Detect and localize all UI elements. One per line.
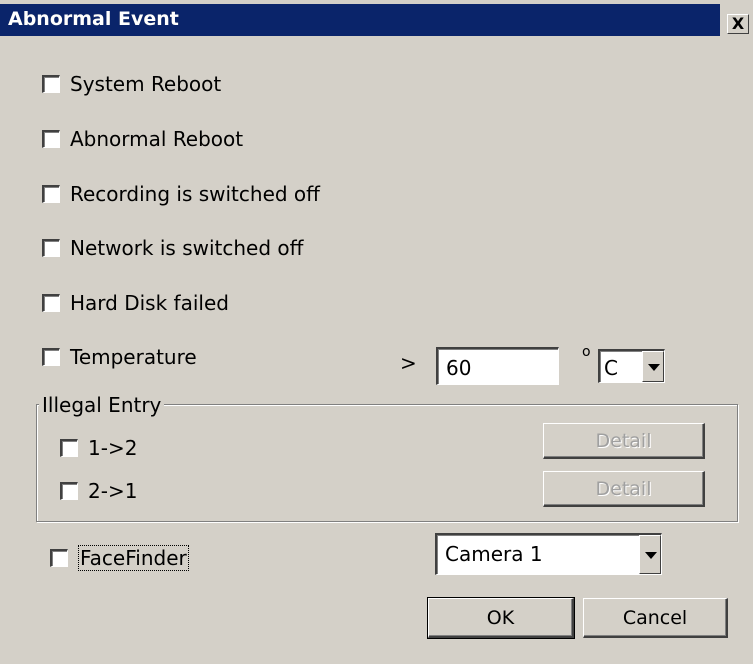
network-off-label: Network is switched off [70, 236, 304, 260]
temperature-checkbox[interactable] [42, 348, 60, 366]
facefinder-checkbox[interactable] [50, 549, 68, 567]
system-reboot-checkbox[interactable] [42, 75, 60, 93]
temperature-unit-value: C [604, 356, 618, 380]
abnormal-reboot-label: Abnormal Reboot [70, 127, 244, 151]
camera-value: Camera 1 [445, 542, 543, 566]
ok-button[interactable]: OK [427, 597, 575, 639]
close-icon: X [731, 14, 745, 33]
abnormal-reboot-checkbox[interactable] [42, 130, 60, 148]
hard-disk-failed-checkbox[interactable] [42, 294, 60, 312]
entry-2-1-detail-button[interactable]: Detail [543, 471, 705, 507]
close-button[interactable]: X [727, 14, 749, 34]
entry-2-1-label: 2->1 [88, 479, 138, 503]
entry-2-1-checkbox[interactable] [60, 482, 78, 500]
network-off-checkbox[interactable] [42, 239, 60, 257]
temperature-row[interactable]: Temperature [42, 345, 197, 369]
entry-1-2-label: 1->2 [88, 436, 138, 460]
facefinder-row[interactable]: FaceFinder [50, 545, 189, 571]
system-reboot-label: System Reboot [70, 72, 222, 96]
degree-symbol: o [582, 344, 591, 360]
title-bar: Abnormal Event X [0, 0, 753, 38]
chevron-down-icon[interactable] [642, 351, 664, 382]
camera-dropdown[interactable]: Camera 1 [435, 533, 662, 575]
entry-1-2-row[interactable]: 1->2 [60, 436, 137, 460]
system-reboot-row[interactable]: System Reboot [42, 72, 221, 96]
temperature-label: Temperature [70, 345, 197, 369]
temperature-unit-dropdown[interactable]: C [598, 349, 665, 383]
entry-1-2-checkbox[interactable] [60, 439, 78, 457]
hard-disk-failed-row[interactable]: Hard Disk failed [42, 291, 229, 315]
temperature-value: 60 [446, 356, 472, 380]
recording-off-label: Recording is switched off [70, 182, 320, 206]
illegal-entry-legend: Illegal Entry [39, 393, 165, 417]
facefinder-label: FaceFinder [78, 545, 189, 571]
hard-disk-failed-label: Hard Disk failed [70, 291, 229, 315]
window-title: Abnormal Event [8, 8, 179, 30]
temperature-operator: > [400, 351, 417, 375]
temperature-input[interactable]: 60 [436, 347, 559, 385]
entry-1-2-detail-button[interactable]: Detail [543, 423, 705, 459]
camera-chevron-down-icon[interactable] [639, 535, 661, 574]
cancel-button[interactable]: Cancel [583, 598, 728, 638]
entry-2-1-row[interactable]: 2->1 [60, 479, 137, 503]
recording-off-row[interactable]: Recording is switched off [42, 182, 320, 206]
network-off-row[interactable]: Network is switched off [42, 236, 303, 260]
recording-off-checkbox[interactable] [42, 185, 60, 203]
abnormal-reboot-row[interactable]: Abnormal Reboot [42, 127, 243, 151]
